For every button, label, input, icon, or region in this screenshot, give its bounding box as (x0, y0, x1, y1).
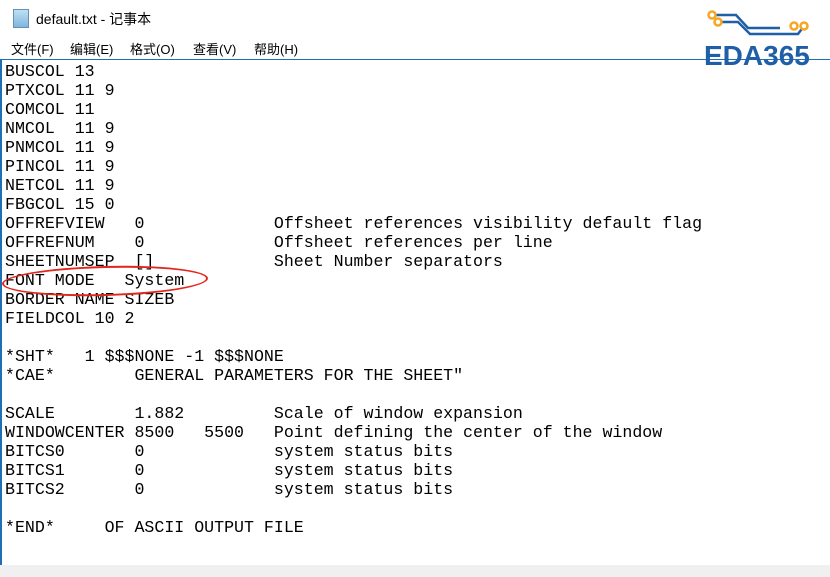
text-line: BUSCOL 13 (5, 62, 95, 81)
logo-text: EDA365 (704, 40, 810, 71)
window-title: default.txt - 记事本 (36, 11, 152, 27)
text-line: PINCOL 11 9 (5, 157, 115, 176)
text-line: BITCS2 0 system status bits (5, 480, 454, 499)
text-line: NETCOL 11 9 (5, 176, 115, 195)
text-line: *SHT* 1 $$$NONE -1 $$$NONE (5, 347, 284, 366)
text-line: PTXCOL 11 9 (5, 81, 115, 100)
eda365-logo: EDA365 (700, 8, 820, 71)
text-line: *END* OF ASCII OUTPUT FILE (5, 518, 304, 537)
menu-file[interactable]: 文件(F) (11, 39, 54, 58)
menu-view[interactable]: 查看(V) (193, 39, 236, 58)
text-line: NMCOL 11 9 (5, 119, 115, 138)
text-line: COMCOL 11 (5, 100, 95, 119)
menu-edit[interactable]: 编辑(E) (70, 39, 113, 58)
text-line: OFFREFNUM 0 Offsheet references per line (5, 233, 553, 252)
text-line: BITCS1 0 system status bits (5, 461, 454, 480)
text-line: FIELDCOL 10 2 (5, 309, 135, 328)
notepad-icon (13, 9, 29, 28)
text-line: PNMCOL 11 9 (5, 138, 115, 157)
text-line: FBGCOL 15 0 (5, 195, 115, 214)
text-line: WINDOWCENTER 8500 5500 Point defining th… (5, 423, 663, 442)
horizontal-scrollbar[interactable] (0, 565, 830, 577)
circuit-trace-icon (707, 10, 809, 36)
menu-help[interactable]: 帮助(H) (254, 39, 298, 58)
text-line: OFFREFVIEW 0 Offsheet references visibil… (5, 214, 703, 233)
menu-format[interactable]: 格式(O) (130, 39, 175, 58)
text-line: BITCS0 0 system status bits (5, 442, 454, 461)
text-line: *CAE* GENERAL PARAMETERS FOR THE SHEET" (5, 366, 464, 385)
text-line: SCALE 1.882 Scale of window expansion (5, 404, 523, 423)
